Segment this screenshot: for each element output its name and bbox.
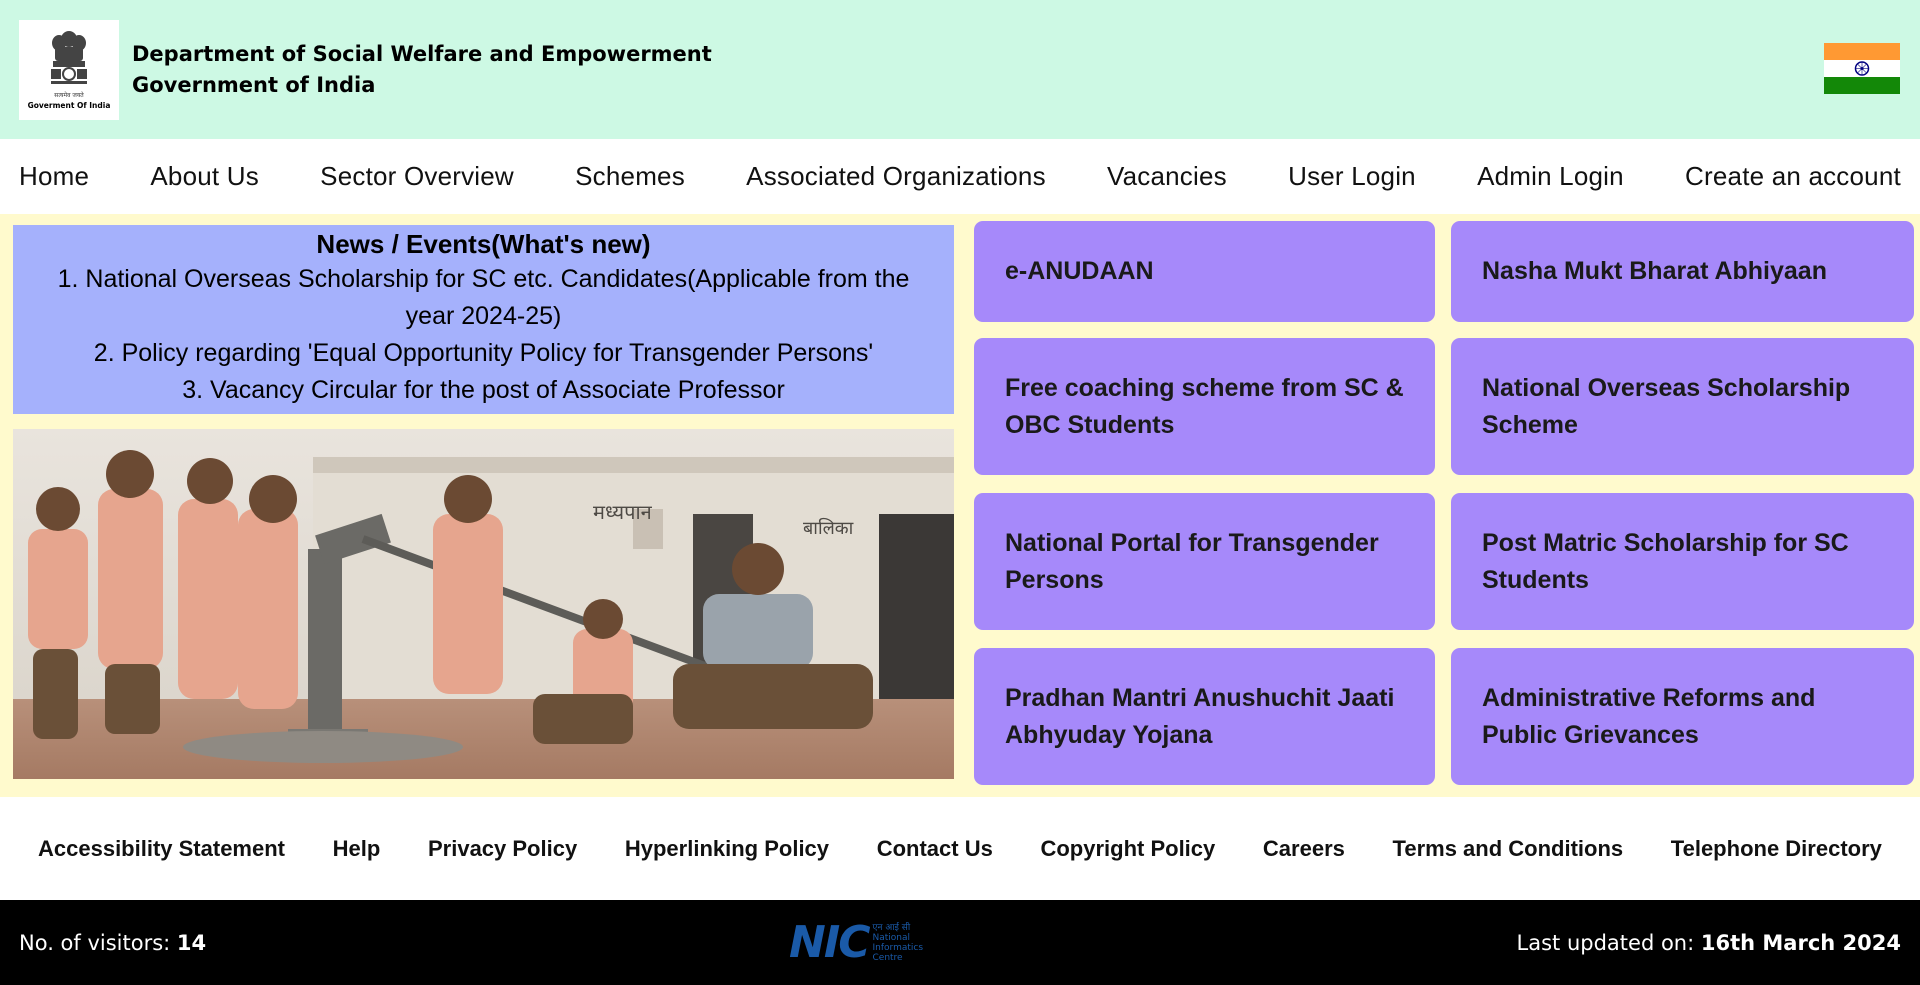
news-events-panel: News / Events(What's new) 1. National Ov…: [13, 225, 954, 414]
footer-careers[interactable]: Careers: [1263, 836, 1345, 862]
footer-hyperlinking-policy[interactable]: Hyperlinking Policy: [625, 836, 829, 862]
emblem-motto: सत्यमेव जयते: [54, 92, 84, 99]
nav-associated-organizations[interactable]: Associated Organizations: [746, 161, 1046, 192]
nic-logo-letters: NIC: [789, 917, 870, 968]
news-title: News / Events(What's new): [316, 229, 651, 259]
nav-admin-login[interactable]: Admin Login: [1477, 161, 1624, 192]
footer-accessibility-statement[interactable]: Accessibility Statement: [38, 836, 285, 862]
tile-nasha-mukt-bharat[interactable]: Nasha Mukt Bharat Abhiyaan: [1451, 221, 1914, 322]
footer-telephone-directory[interactable]: Telephone Directory: [1671, 836, 1882, 862]
tile-administrative-reforms[interactable]: Administrative Reforms and Public Grieva…: [1451, 648, 1914, 785]
news-item-3[interactable]: 3. Vacancy Circular for the post of Asso…: [13, 372, 954, 409]
nic-caption-3: Centre: [872, 953, 903, 963]
department-name: Department of Social Welfare and Empower…: [132, 41, 712, 66]
government-name: Government of India: [132, 72, 376, 97]
children-at-handpump-photo: मध्यपान बालिका: [13, 429, 954, 779]
footer-help[interactable]: Help: [333, 836, 381, 862]
last-updated: Last updated on: 16th March 2024: [1517, 931, 1901, 955]
footer-links: Accessibility Statement Help Privacy Pol…: [0, 797, 1920, 900]
updated-date: 16th March 2024: [1700, 930, 1901, 955]
main-content: News / Events(What's new) 1. National Ov…: [0, 214, 1920, 797]
nav-create-account[interactable]: Create an account: [1685, 161, 1901, 192]
wall-sign-left: मध्यपान: [593, 500, 653, 524]
main-nav: Home About Us Sector Overview Schemes As…: [0, 139, 1920, 214]
national-emblem-logo[interactable]: सत्यमेव जयते Goverment Of India: [19, 19, 119, 120]
tile-post-matric-scholarship[interactable]: Post Matric Scholarship for SC Students: [1451, 493, 1914, 630]
footer-copyright-policy[interactable]: Copyright Policy: [1040, 836, 1215, 862]
nic-logo[interactable]: NIC एन आई सी National Informatics Centre: [789, 919, 923, 967]
news-item-1[interactable]: 1. National Overseas Scholarship for SC …: [13, 261, 954, 335]
tile-free-coaching[interactable]: Free coaching scheme from SC & OBC Stude…: [974, 338, 1435, 475]
visitors-count: 14: [176, 930, 207, 955]
tile-national-overseas-scholarship[interactable]: National Overseas Scholarship Scheme: [1451, 338, 1914, 475]
india-flag-icon: [1824, 43, 1900, 94]
nav-user-login[interactable]: User Login: [1288, 161, 1416, 192]
bottom-bar: No. of visitors: 14 NIC एन आई सी Nationa…: [0, 900, 1920, 985]
visitor-counter: No. of visitors: 14: [19, 931, 206, 955]
news-item-2[interactable]: 2. Policy regarding 'Equal Opportunity P…: [13, 335, 954, 372]
nav-sector-overview[interactable]: Sector Overview: [320, 161, 514, 192]
nic-hindi: एन आई सी: [872, 923, 911, 933]
scheme-tiles: e-ANUDAAN Nasha Mukt Bharat Abhiyaan Fre…: [974, 221, 1914, 789]
nav-schemes[interactable]: Schemes: [575, 161, 685, 192]
footer-terms-and-conditions[interactable]: Terms and Conditions: [1393, 836, 1624, 862]
visitors-label: No. of visitors:: [19, 930, 171, 955]
department-title: Department of Social Welfare and Empower…: [132, 39, 712, 101]
nic-caption-1: National: [872, 933, 911, 943]
updated-label: Last updated on:: [1516, 930, 1695, 955]
tile-e-anudaan[interactable]: e-ANUDAAN: [974, 221, 1435, 322]
wall-sign-right: बालिका: [803, 517, 854, 539]
nic-caption: एन आई सी National Informatics Centre: [873, 923, 924, 963]
ashoka-emblem-icon: [51, 31, 87, 84]
footer-contact-us[interactable]: Contact Us: [877, 836, 993, 862]
tile-pm-ajay[interactable]: Pradhan Mantri Anushuchit Jaati Abhyuday…: [974, 648, 1435, 785]
tile-transgender-portal[interactable]: National Portal for Transgender Persons: [974, 493, 1435, 630]
site-header: सत्यमेव जयते Goverment Of India Departme…: [0, 0, 1920, 139]
nav-about-us[interactable]: About Us: [150, 161, 259, 192]
nav-home[interactable]: Home: [19, 161, 89, 192]
footer-privacy-policy[interactable]: Privacy Policy: [428, 836, 577, 862]
nic-caption-2: Informatics: [872, 943, 924, 953]
emblem-caption: Goverment Of India: [27, 101, 111, 110]
nav-vacancies[interactable]: Vacancies: [1107, 161, 1227, 192]
photo-illustration: मध्यपान बालिका: [13, 429, 954, 779]
